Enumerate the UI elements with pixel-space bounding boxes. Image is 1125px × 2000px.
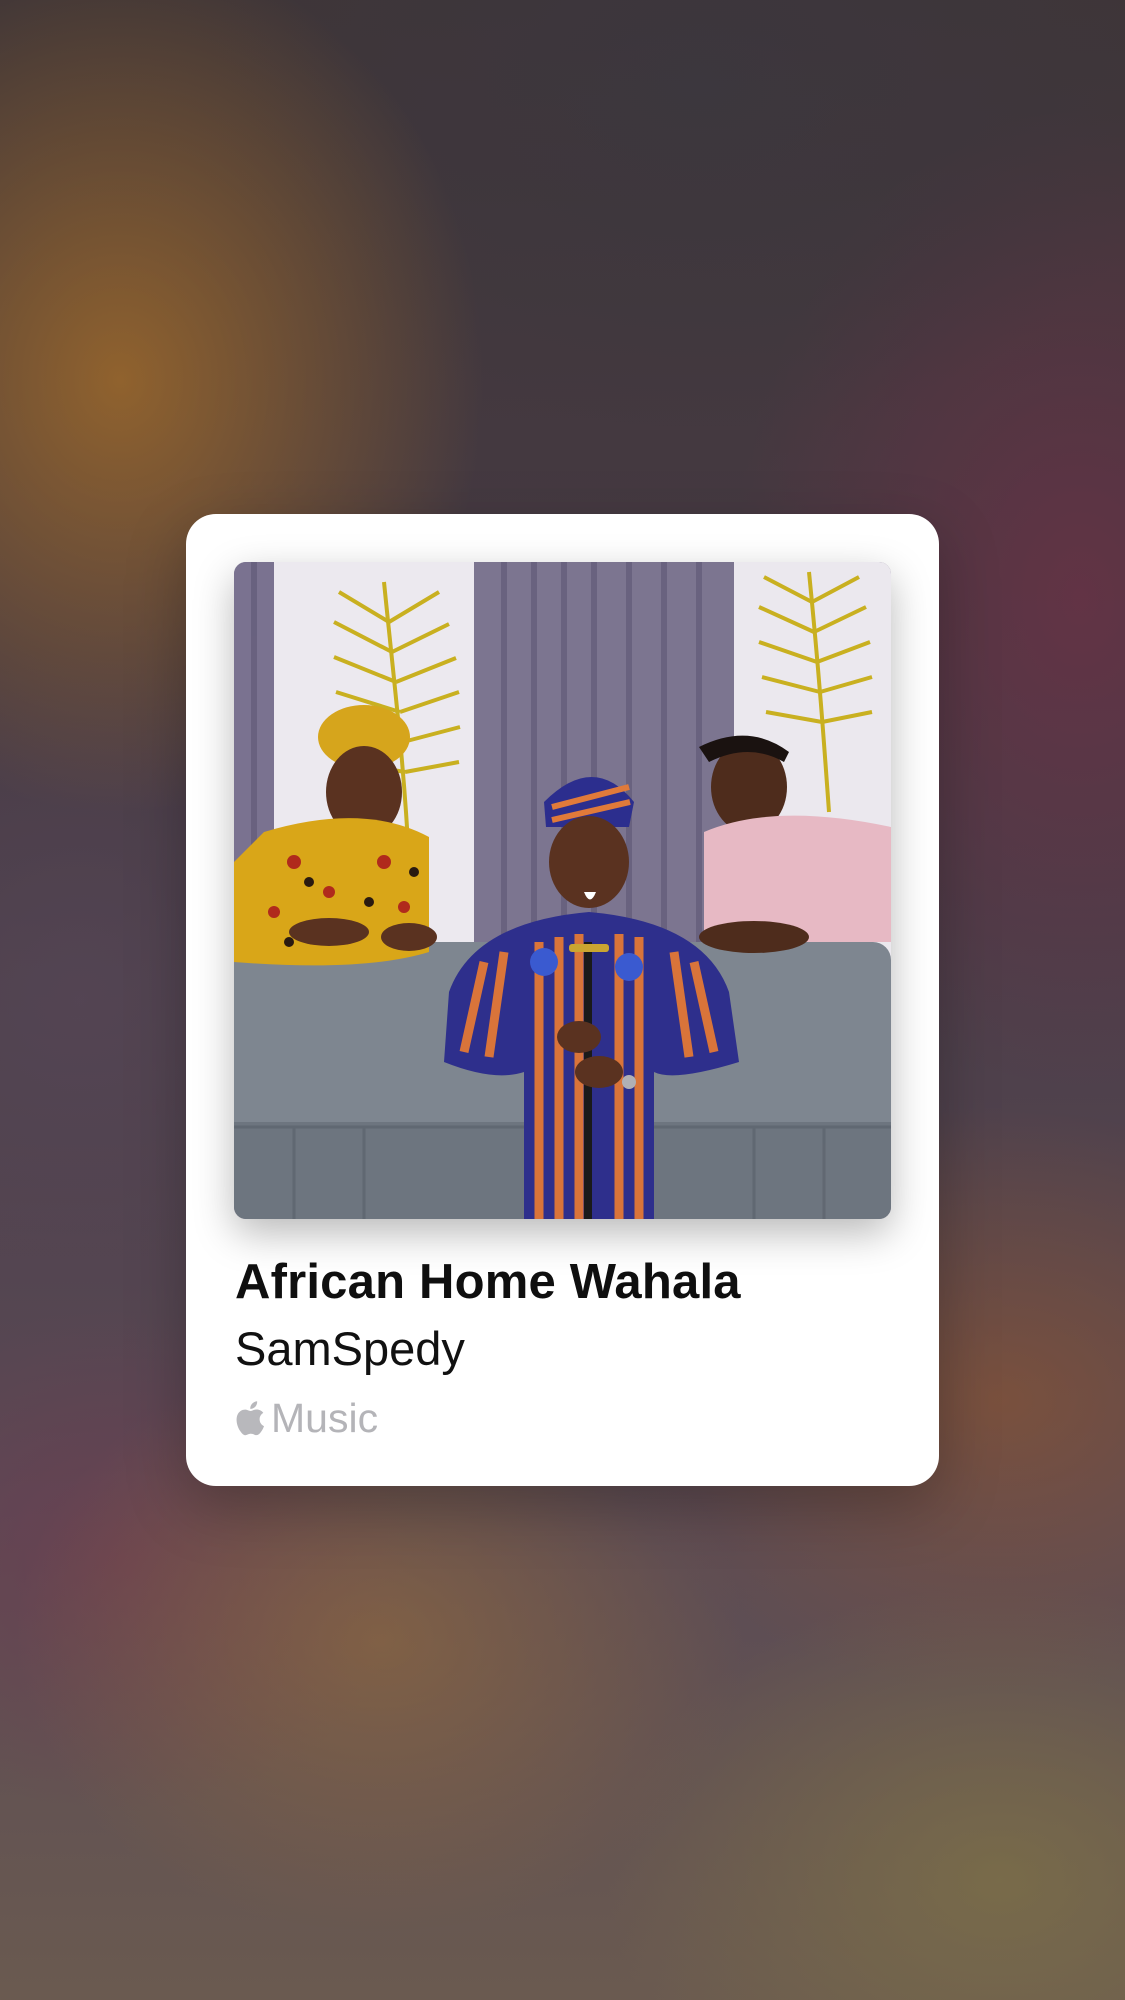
apple-logo-icon bbox=[235, 1398, 269, 1438]
album-artwork[interactable] bbox=[234, 562, 891, 1219]
brand-label: Music bbox=[271, 1395, 379, 1441]
song-share-card[interactable]: African Home Wahala SamSpedy Music bbox=[186, 514, 939, 1486]
artist-name[interactable]: SamSpedy bbox=[235, 1320, 465, 1378]
apple-music-brand[interactable]: Music bbox=[235, 1394, 378, 1442]
album-artwork-image bbox=[234, 562, 891, 1219]
song-title: African Home Wahala bbox=[235, 1255, 741, 1309]
